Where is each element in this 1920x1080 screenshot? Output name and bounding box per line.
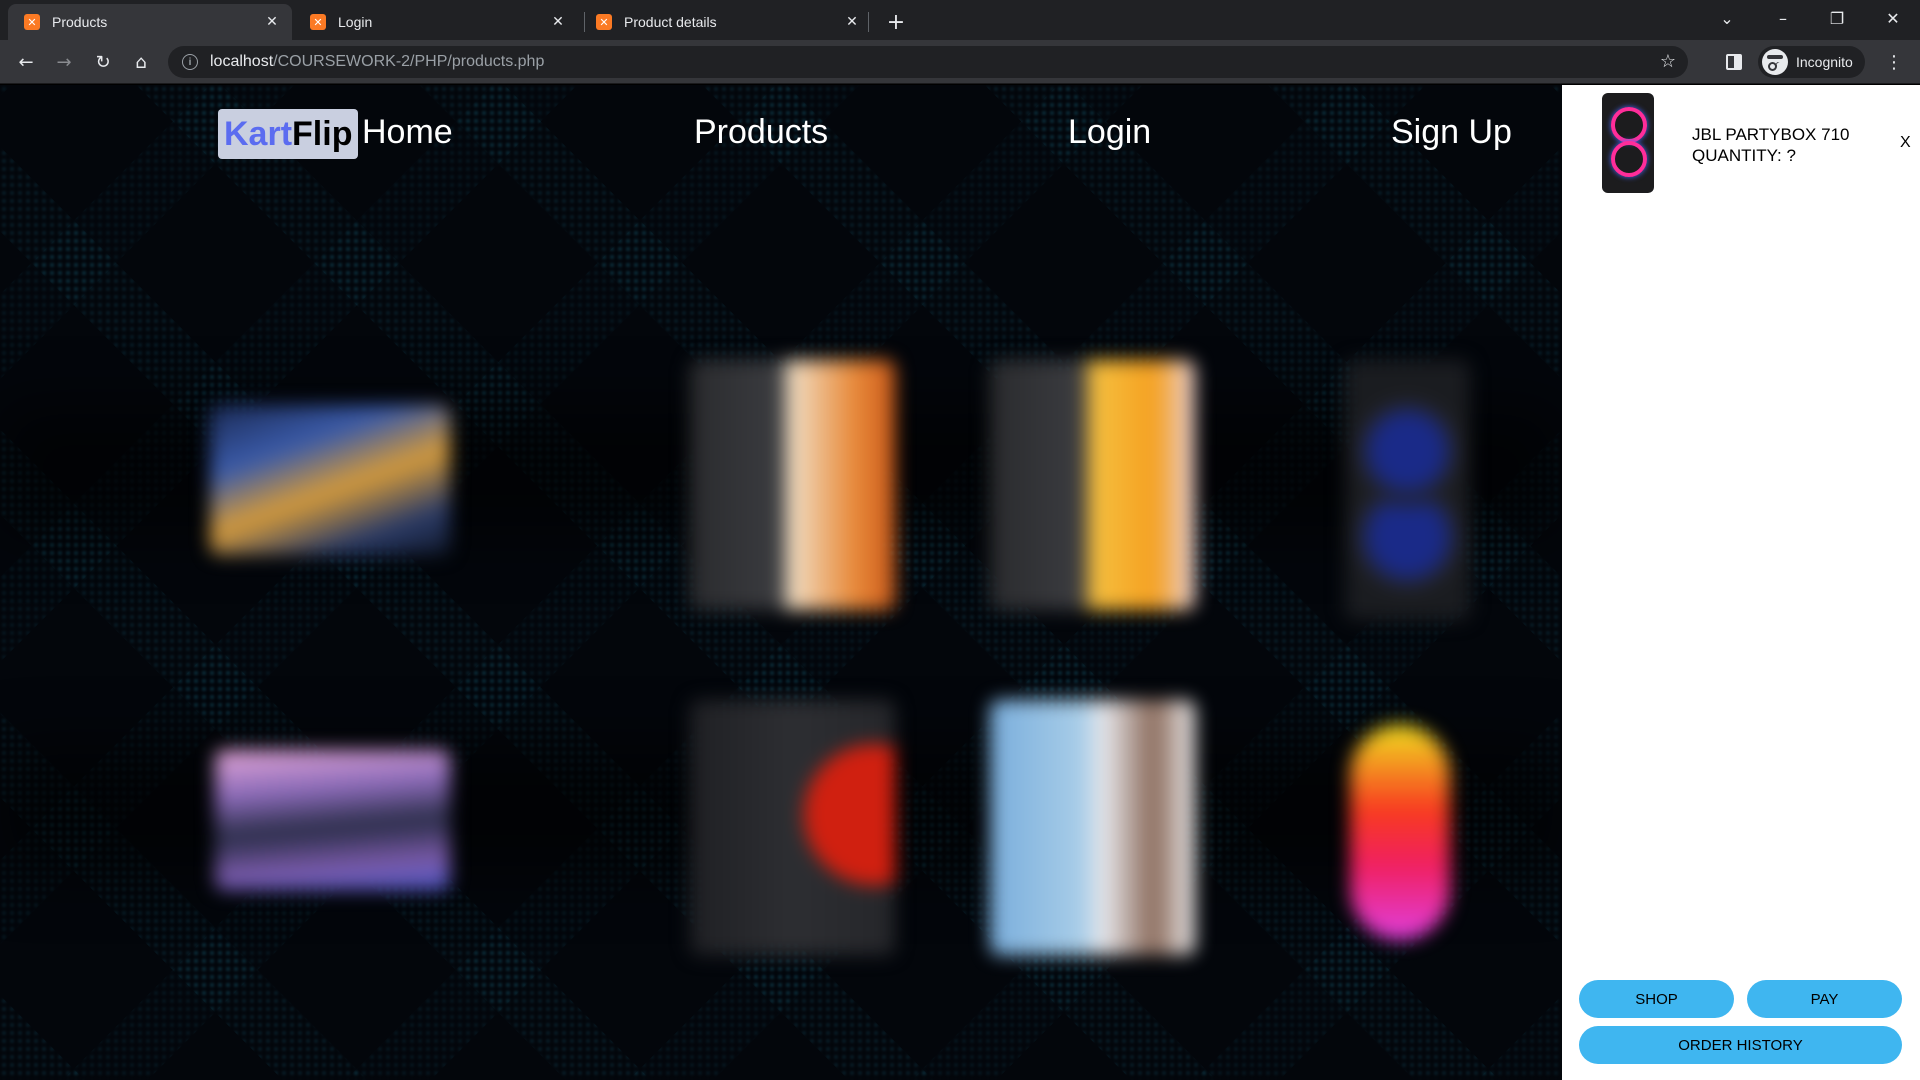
tab-separator — [868, 12, 869, 32]
site-navbar: Kart Flip Home Products Login Sign Up — [0, 85, 1562, 175]
logo-flip: Flip — [292, 114, 353, 153]
product-image[interactable] — [690, 700, 895, 955]
browser-tabstrip: ✕ Products ✕ ✕ Login ✕ ✕ Product details… — [0, 0, 1920, 40]
tab-products[interactable]: ✕ Products ✕ — [8, 4, 292, 40]
page-viewport: Kart Flip Home Products Login Sign Up JBL… — [0, 85, 1920, 1080]
home-icon[interactable]: ⌂ — [125, 46, 157, 78]
forward-arrow-icon[interactable]: → — [48, 46, 80, 78]
address-bar[interactable]: i localhost /COURSEWORK-2/PHP/products.p… — [168, 46, 1688, 78]
logo-kart: Kart — [224, 114, 293, 153]
xampp-icon: ✕ — [596, 14, 612, 30]
cart-item: JBL PARTYBOX 710 QUANTITY: ? X — [1562, 85, 1920, 195]
browser-toolbar: ← → ↻ ⌂ i localhost /COURSEWORK-2/PHP/pr… — [0, 40, 1920, 84]
nav-products[interactable]: Products — [694, 113, 828, 152]
tab-title: Product details — [624, 14, 717, 30]
bookmark-star-icon[interactable]: ☆ — [1660, 51, 1676, 72]
close-window-button[interactable]: ✕ — [1866, 0, 1920, 36]
product-image[interactable] — [1345, 360, 1470, 620]
incognito-label: Incognito — [1796, 54, 1853, 70]
pay-button[interactable]: PAY — [1747, 980, 1902, 1018]
restore-button[interactable]: ❐ — [1810, 0, 1864, 36]
tab-title: Products — [52, 14, 108, 30]
new-tab-button[interactable]: + — [882, 8, 910, 36]
product-image[interactable] — [215, 750, 450, 890]
nav-login[interactable]: Login — [1068, 113, 1151, 152]
products-page: Kart Flip Home Products Login Sign Up — [0, 85, 1562, 1080]
close-icon[interactable]: ✕ — [548, 12, 568, 32]
close-icon[interactable]: ✕ — [842, 12, 862, 32]
side-panel-icon[interactable] — [1726, 54, 1742, 70]
cart-item-quantity: QUANTITY: ? — [1692, 146, 1796, 165]
nav-signup[interactable]: Sign Up — [1391, 113, 1512, 152]
product-image[interactable] — [990, 700, 1195, 955]
close-icon[interactable]: ✕ — [262, 12, 282, 32]
xampp-icon: ✕ — [24, 14, 40, 30]
remove-item-button[interactable]: X — [1900, 134, 1911, 152]
tab-product-details[interactable]: ✕ Product details ✕ — [580, 4, 872, 40]
cart-item-name: JBL PARTYBOX 710 — [1692, 125, 1850, 144]
product-image[interactable] — [210, 405, 450, 555]
tab-login[interactable]: ✕ Login ✕ — [294, 4, 578, 40]
url-path: /COURSEWORK-2/PHP/products.php — [273, 53, 545, 70]
menu-dots-icon[interactable]: ⋮ — [1878, 46, 1910, 78]
url-host: localhost — [210, 53, 274, 70]
site-info-icon[interactable]: i — [182, 54, 198, 70]
site-logo[interactable]: Kart Flip — [218, 109, 359, 159]
order-history-button[interactable]: ORDER HISTORY — [1579, 1026, 1902, 1064]
back-arrow-icon[interactable]: ← — [10, 46, 42, 78]
reload-icon[interactable]: ↻ — [87, 46, 119, 78]
incognito-profile-button[interactable]: Incognito — [1758, 46, 1865, 78]
incognito-icon — [1762, 49, 1788, 75]
xampp-icon: ✕ — [310, 14, 326, 30]
cart-item-text: JBL PARTYBOX 710 QUANTITY: ? — [1692, 124, 1849, 166]
shop-button[interactable]: SHOP — [1579, 980, 1734, 1018]
tab-title: Login — [338, 14, 373, 30]
tab-search-icon[interactable]: ⌄ — [1700, 0, 1754, 36]
product-image[interactable] — [690, 360, 895, 610]
jbl-speaker-thumbnail — [1602, 93, 1654, 193]
cart-panel: JBL PARTYBOX 710 QUANTITY: ? X SHOP PAY … — [1562, 85, 1920, 1080]
product-image[interactable] — [1350, 725, 1450, 940]
product-image[interactable] — [990, 360, 1195, 610]
minimize-button[interactable]: – — [1756, 0, 1810, 36]
nav-home[interactable]: Home — [362, 113, 453, 152]
